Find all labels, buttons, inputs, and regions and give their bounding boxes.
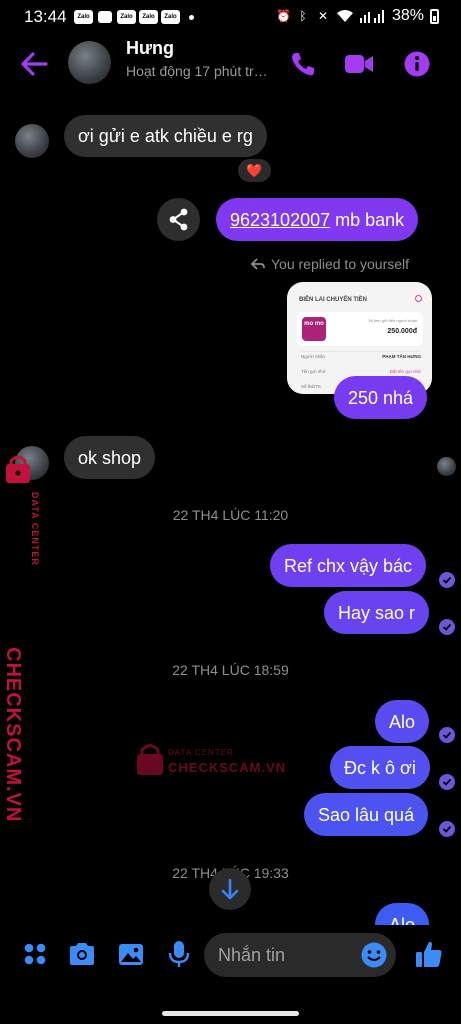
chat-header: Hưng Hoạt động 17 phút trước [0,34,461,94]
info-icon[interactable] [402,50,432,78]
seen-check-icon [439,619,455,635]
notification-icons: Zalo Zalo Zalo Zalo [74,10,194,24]
back-arrow-icon[interactable] [18,49,50,79]
seen-check-icon [439,774,455,790]
message-bubble-incoming[interactable]: ơi gửi e atk chiều e rg [64,115,267,157]
receipt-row-label: Tên gợi nhớ [301,369,326,374]
apps-grid-icon[interactable] [20,939,50,969]
receipt-divider [301,351,419,352]
receipt-row-value: PHẠM TẤN HƯNG [382,354,421,359]
reaction-badge[interactable]: ❤️ [236,157,273,184]
mute-icon: ✕ [317,9,328,23]
bank-name-text: mb bank [330,210,405,230]
contact-status: Hoạt động 17 phút trước [126,63,274,79]
momo-logo: mo mo [302,317,326,341]
seen-check-icon [439,821,455,837]
watermark-sub: DATA CENTER [168,748,234,757]
status-bar: 13:44 Zalo Zalo Zalo Zalo ⏰ ᛒ ✕ 38% [0,0,461,34]
share-button[interactable] [157,198,200,241]
timestamp-divider: 22 TH4 LÚC 18:59 [172,662,289,678]
receipt-row-label: Người nhận [301,354,325,359]
status-time: 13:44 [24,7,67,26]
thumbs-up-icon[interactable] [413,938,445,970]
receipt-row-value: Đặt tên gợi nhớ [389,369,421,374]
battery-icon [430,8,439,24]
message-bubble-incoming[interactable]: ok shop [64,436,156,479]
seen-check-icon [439,572,455,588]
mic-icon[interactable] [164,939,194,969]
share-icon [169,208,188,231]
video-icon[interactable] [344,50,374,78]
receipt-amount-card: mo mo Số tiền gửi đến người nhận 250.000… [297,312,423,346]
message-bubble-outgoing[interactable]: Sao lâu quá [304,793,429,836]
lock-icon [6,455,30,483]
lock-icon [137,744,163,775]
receipt-share-icon [415,295,422,302]
watermark-sub: DATA CENTER [30,492,40,566]
more-notifications-dot [189,14,194,20]
heart-reaction-icon: ❤️ [246,162,263,178]
account-number-link[interactable]: 9623102007 [230,210,330,230]
zalo-icon: Zalo [74,10,93,24]
phone-icon[interactable] [288,50,318,78]
chat-notification-icon [98,11,112,23]
message-bubble-outgoing[interactable]: Alo [375,700,430,743]
receipt-sub: Số tiền gửi đến người nhận [368,318,417,323]
image-icon[interactable] [116,939,146,969]
contact-name[interactable]: Hưng [126,38,174,59]
message-bubble-outgoing[interactable]: Hay sao r [324,591,430,634]
seen-check-icon [439,727,455,743]
zalo-icon: Zalo [161,10,180,24]
message-bubble-outgoing[interactable]: 250 nhá [334,376,428,419]
alarm-icon: ⏰ [275,9,291,23]
timestamp-divider: 22 TH4 LÚC 11:20 [172,507,289,523]
watermark-center: DATA CENTER CHECKSCAM.VN [136,740,296,780]
home-indicator[interactable] [162,1011,299,1016]
reply-indicator: You replied to yourself [251,256,409,272]
battery-percent: 38% [391,7,424,24]
receipt-title: BIÊN LAI CHUYỂN TIỀN [299,297,368,303]
signal-icon [359,10,384,23]
zalo-icon: Zalo [117,10,136,24]
receipt-row: Tên gợi nhớ Đặt tên gợi nhớ [301,369,421,374]
message-bubble-outgoing[interactable]: Đc k ô ơi [330,746,430,789]
arrow-down-icon [221,878,239,900]
wifi-icon [336,10,353,22]
system-icons: ⏰ ᛒ ✕ 38% [276,7,439,25]
seen-avatar [437,457,456,476]
message-composer [0,925,461,985]
receipt-row-label: Số thẻ/TK [301,384,322,389]
emoji-icon[interactable] [360,941,388,969]
zalo-icon: Zalo [139,10,158,24]
bluetooth-icon: ᛒ [299,9,307,23]
scroll-to-bottom-button[interactable] [209,868,251,910]
message-bubble-outgoing[interactable]: Ref chx vậy bác [270,544,427,587]
message-bubble-outgoing[interactable]: 9623102007 mb bank [216,198,419,241]
receipt-row: Người nhận PHẠM TẤN HƯNG [301,354,421,359]
contact-avatar[interactable] [68,41,111,84]
camera-icon[interactable] [67,939,97,969]
watermark-vertical: CHECKSCAM.VN DATA CENTER [2,452,42,822]
replied-label: You replied to yourself [271,256,410,272]
watermark-brand: CHECKSCAM.VN [168,760,287,775]
reply-arrow-icon [251,258,265,270]
sender-avatar[interactable] [15,124,49,158]
receipt-amount: 250.000đ [387,328,417,335]
